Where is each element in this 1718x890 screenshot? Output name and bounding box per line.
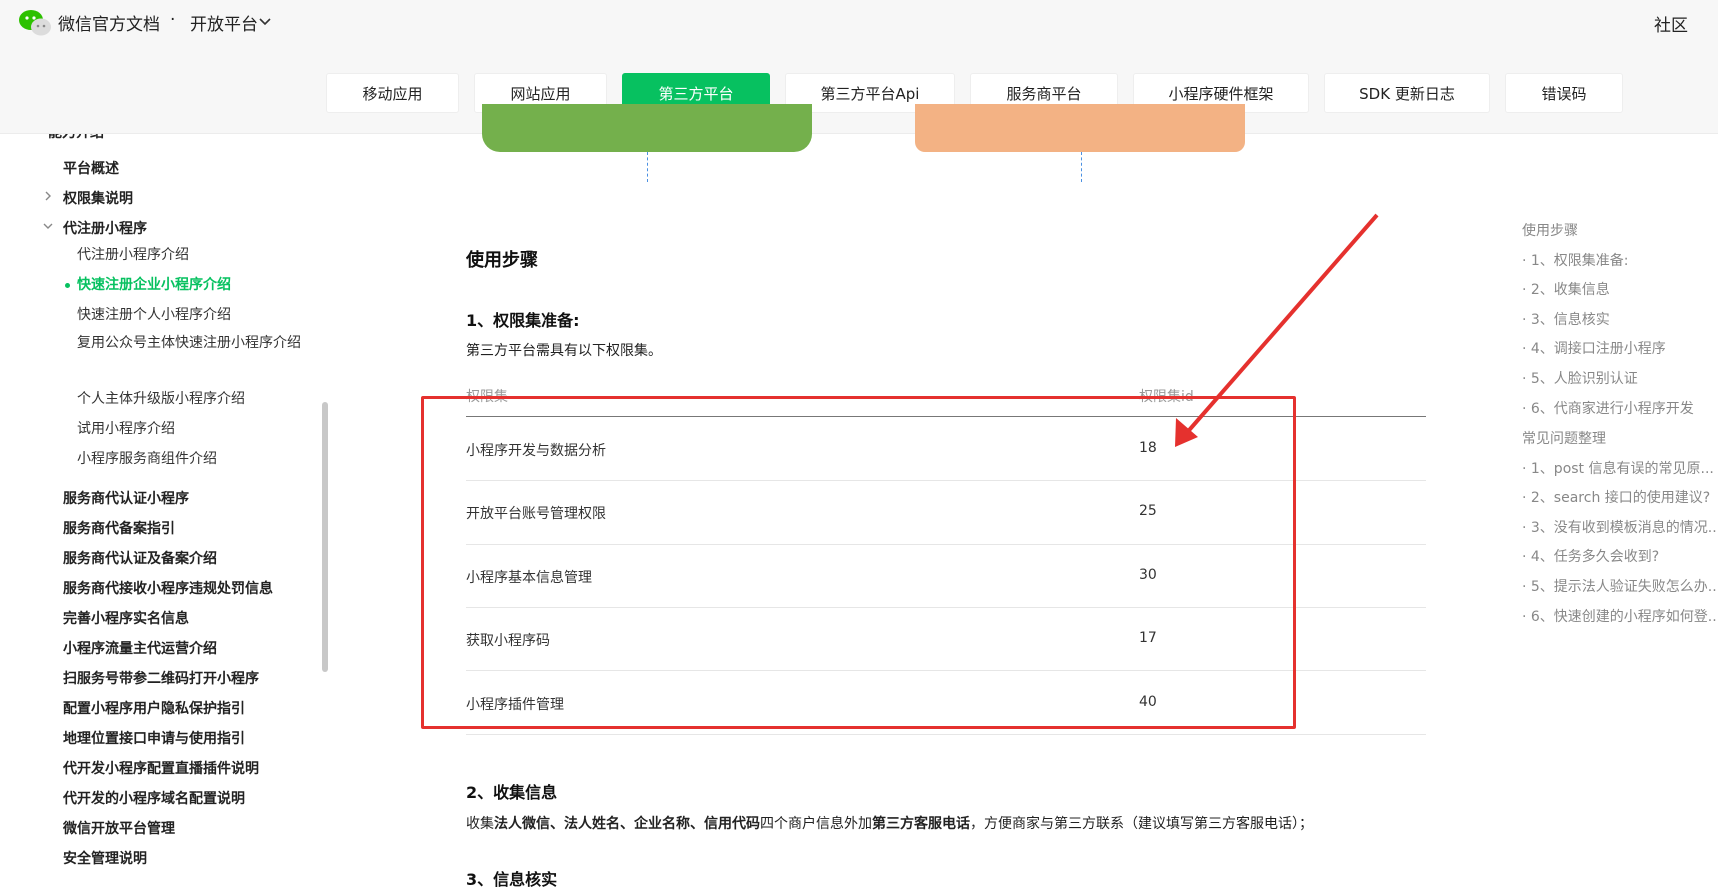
- toc-item[interactable]: · 2、search 接口的使用建议?: [1522, 487, 1710, 507]
- step3-title-partial: 3、信息核实: [466, 870, 558, 889]
- toc-item[interactable]: 使用步骤: [1522, 220, 1578, 240]
- toc-item[interactable]: · 4、任务多久会收到?: [1522, 546, 1659, 566]
- toc-item[interactable]: · 4、调接口注册小程序: [1522, 338, 1666, 358]
- toc-item[interactable]: · 1、权限集准备:: [1522, 250, 1629, 270]
- annotation-arrow-icon: [1175, 213, 1379, 447]
- toc-item[interactable]: · 2、收集信息: [1522, 279, 1610, 299]
- toc-item[interactable]: · 5、提示法人验证失败怎么办...: [1522, 576, 1718, 596]
- step2-description: 收集法人微信、法人姓名、企业名称、信用代码四个商户信息外加第三方客服电话，方便商…: [466, 816, 1313, 832]
- toc-item[interactable]: · 1、post 信息有误的常见原...: [1522, 458, 1714, 478]
- toc-item[interactable]: · 3、信息核实: [1522, 309, 1610, 329]
- toc-item[interactable]: 常见问题整理: [1522, 428, 1606, 448]
- toc-item[interactable]: · 5、人脸识别认证: [1522, 368, 1638, 388]
- toc-item[interactable]: · 3、没有收到模板消息的情况...: [1522, 517, 1718, 537]
- step2-title: 2、收集信息: [466, 783, 558, 802]
- toc-item[interactable]: · 6、快速创建的小程序如何登...: [1522, 606, 1718, 626]
- toc-item[interactable]: · 6、代商家进行小程序开发: [1522, 398, 1694, 418]
